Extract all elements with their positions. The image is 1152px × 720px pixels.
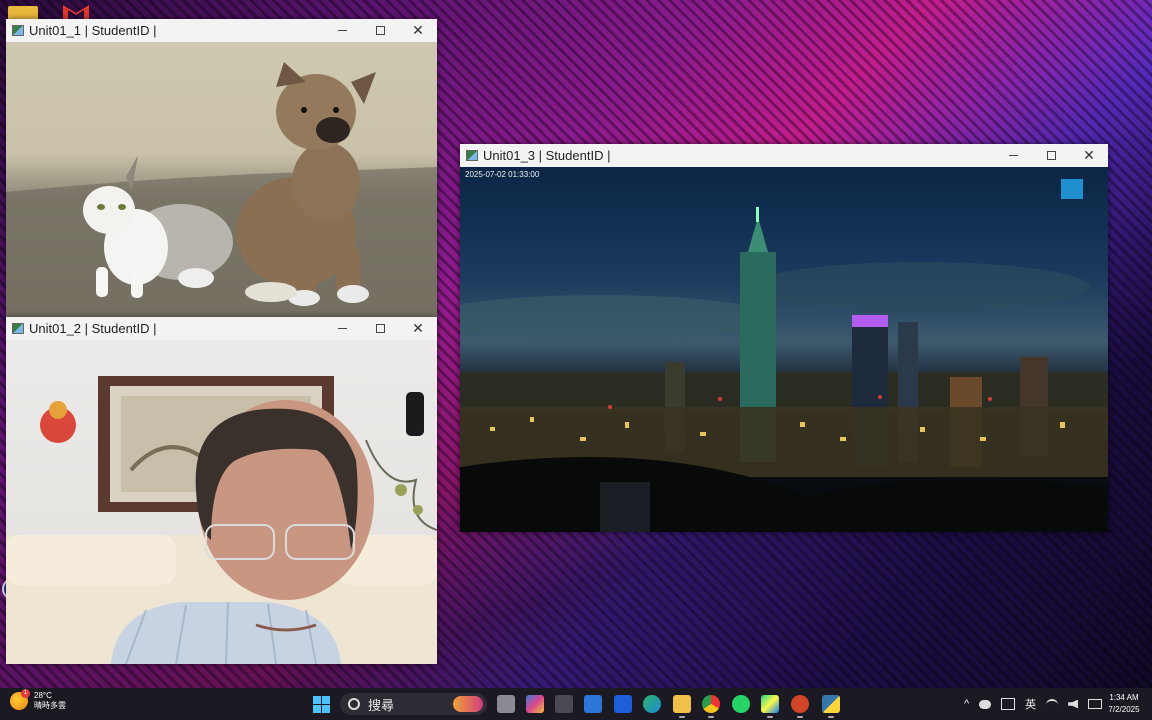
window-titlebar[interactable]: Unit01_3 | StudentID | ✕ — [460, 144, 1108, 167]
app-icon — [12, 323, 24, 334]
broadcast-logo-icon — [1061, 179, 1083, 199]
app-icon — [466, 150, 478, 161]
cat-dog-photo — [6, 42, 437, 324]
maximize-button[interactable] — [1032, 144, 1070, 167]
task-view-icon[interactable] — [497, 695, 515, 713]
clock[interactable]: 1:34 AM 7/2/2025 — [1104, 692, 1144, 716]
image-window-cat-dog[interactable]: Unit01_1 | StudentID | ✕ — [6, 19, 437, 324]
window-title: Unit01_2 | StudentID | — [29, 321, 157, 336]
start-button[interactable] — [313, 696, 330, 713]
powerpoint-icon[interactable] — [791, 695, 809, 718]
weather-temperature: 28°C — [34, 691, 52, 700]
weather-condition: 晴時多雲 — [34, 701, 66, 710]
desktop: Unit01_1 | StudentID | ✕ Unit01_2 | Stud… — [0, 0, 1152, 720]
close-button[interactable]: ✕ — [399, 317, 437, 340]
editor-app-icon[interactable] — [614, 695, 632, 713]
search-box[interactable]: 搜尋 — [340, 693, 487, 715]
video-timestamp: 2025-07-02 01:33:00 — [465, 170, 540, 179]
cube-app-icon[interactable] — [555, 695, 573, 713]
window-title: Unit01_3 | StudentID | — [483, 148, 611, 163]
webcam-feed — [6, 340, 437, 664]
minimize-button[interactable] — [994, 144, 1032, 167]
window-content — [6, 42, 437, 324]
volume-muted-icon[interactable] — [1068, 699, 1079, 709]
python-icon[interactable] — [822, 695, 840, 718]
notification-badge: 1 — [21, 689, 30, 698]
onedrive-icon[interactable] — [979, 699, 992, 709]
search-label: 搜尋 — [368, 697, 395, 713]
clock-time: 1:34 AM — [1109, 693, 1139, 702]
window-titlebar[interactable]: Unit01_2 | StudentID | ✕ — [6, 317, 437, 340]
minimize-button[interactable] — [323, 317, 361, 340]
skyline-video-frame: 2025-07-02 01:33:00 — [460, 167, 1108, 532]
whatsapp-icon[interactable] — [732, 695, 750, 713]
window-content: 2025-07-02 01:33:00 — [460, 167, 1108, 532]
edge-icon[interactable] — [643, 695, 661, 713]
search-highlight-icon — [453, 696, 483, 712]
search-icon — [348, 698, 360, 710]
store-icon[interactable] — [584, 695, 602, 713]
wifi-icon[interactable] — [1046, 699, 1059, 709]
window-title: Unit01_1 | StudentID | — [29, 23, 157, 38]
copilot-icon[interactable] — [526, 695, 544, 713]
tray-app-icon[interactable] — [1001, 698, 1016, 710]
weather-widget[interactable]: 1 28°C 晴時多雲 — [10, 689, 66, 711]
pycharm-icon[interactable] — [761, 695, 779, 718]
battery-icon[interactable] — [1088, 699, 1103, 709]
input-language[interactable]: 英 — [1025, 696, 1036, 712]
sun-icon: 1 — [10, 689, 30, 710]
taskbar: 1 28°C 晴時多雲 搜尋 ^ 英 1:34 AM 7/2/2025 — [0, 688, 1152, 720]
close-button[interactable]: ✕ — [399, 19, 437, 42]
minimize-button[interactable] — [323, 19, 361, 42]
video-window-skyline[interactable]: Unit01_3 | StudentID | ✕ 2025-07-02 01:3… — [460, 144, 1108, 532]
file-explorer-icon[interactable] — [673, 695, 691, 718]
clock-date: 7/2/2025 — [1108, 705, 1140, 714]
app-icon — [12, 25, 24, 36]
system-tray: ^ 英 — [964, 688, 1112, 720]
close-button[interactable]: ✕ — [1070, 144, 1108, 167]
show-hidden-icons-button[interactable]: ^ — [964, 698, 969, 710]
window-content — [6, 340, 437, 664]
maximize-button[interactable] — [361, 19, 399, 42]
window-titlebar[interactable]: Unit01_1 | StudentID | ✕ — [6, 19, 437, 42]
webcam-window[interactable]: Unit01_2 | StudentID | ✕ — [6, 317, 437, 664]
maximize-button[interactable] — [361, 317, 399, 340]
chrome-icon[interactable] — [702, 695, 720, 718]
